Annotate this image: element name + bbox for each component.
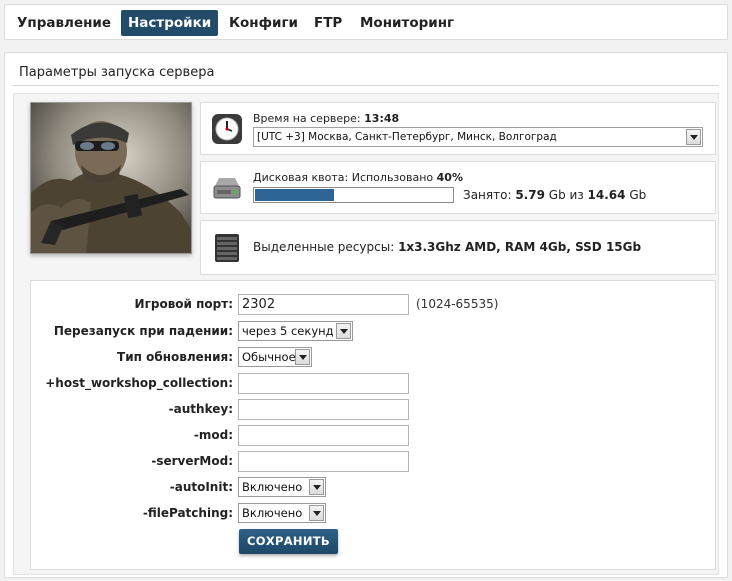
servermod-label: -serverMod: <box>151 454 233 468</box>
autoinit-value: Включено <box>242 480 303 494</box>
nav-tab-settings[interactable]: Настройки <box>121 10 219 36</box>
disk-of: из <box>569 188 584 202</box>
disk-used-prefix: Занято: <box>463 188 512 202</box>
save-button[interactable]: СОХРАНИТЬ <box>239 529 338 554</box>
disk-total-value: 14.64 <box>587 188 626 202</box>
game-avatar-image <box>30 102 192 254</box>
update-type-value: Обычное <box>242 350 296 364</box>
form-row-authkey: -authkey: <box>31 399 717 421</box>
disk-total-unit: Gb <box>629 188 647 202</box>
restart-value: через 5 секунд <box>242 324 334 338</box>
filepatching-label: -filePatching: <box>142 506 233 520</box>
disk-used-text: Занято: 5.79 Gb из 14.64 Gb <box>463 188 646 202</box>
filepatching-value: Включено <box>242 506 303 520</box>
disk-quota-box: Дисковая квота: Использовано 40% Занято:… <box>200 161 716 214</box>
timezone-value: [UTC +3] Москва, Санкт-Петербург, Минск,… <box>257 131 557 143</box>
filepatching-select[interactable]: Включено <box>238 503 326 523</box>
restart-label: Перезапуск при падении: <box>53 324 233 338</box>
autoinit-label: -autoInit: <box>169 480 233 494</box>
disk-quota-label: Дисковая квота: Использовано <box>253 171 434 184</box>
form-row-port: Игровой порт: 2302 (1024-65535) <box>31 294 717 316</box>
chevron-down-icon[interactable] <box>309 505 324 521</box>
nav-tab-monitoring[interactable]: Мониторинг <box>353 10 461 36</box>
disk-usage-progress <box>253 187 454 203</box>
resources-box: Выделенные ресурсы: 1x3.3Ghz AMD, RAM 4G… <box>200 220 716 275</box>
port-input[interactable]: 2302 <box>238 294 409 315</box>
port-label: Игровой порт: <box>134 297 233 311</box>
nav-tab-ftp[interactable]: FTP <box>307 10 349 36</box>
workshop-label: +host_workshop_collection: <box>45 376 233 390</box>
chevron-down-icon[interactable] <box>309 479 324 495</box>
server-rack-icon <box>211 232 243 264</box>
server-time-box: Время на сервере: 13:48 [UTC +3] Москва,… <box>200 102 716 155</box>
update-type-select[interactable]: Обычное <box>238 347 312 367</box>
panel-body: Время на сервере: 13:48 [UTC +3] Москва,… <box>13 93 719 575</box>
server-time-label: Время на сервере: <box>253 112 361 125</box>
hard-drive-icon <box>211 172 243 204</box>
mod-input[interactable] <box>238 425 409 446</box>
form-row-autoinit: -autoInit: Включено <box>31 477 717 499</box>
chevron-down-icon[interactable] <box>295 349 310 365</box>
form-row-restart: Перезапуск при падении: через 5 секунд <box>31 321 717 343</box>
panel-divider <box>13 85 719 86</box>
authkey-input[interactable] <box>238 399 409 420</box>
server-params-panel: Параметры запуска сервера Время на серве… <box>4 52 728 578</box>
timezone-select[interactable]: [UTC +3] Москва, Санкт-Петербург, Минск,… <box>253 127 703 147</box>
workshop-input[interactable] <box>238 373 409 394</box>
form-row-servermod: -serverMod: <box>31 451 717 473</box>
chevron-down-icon[interactable] <box>336 323 351 339</box>
form-row-mod: -mod: <box>31 425 717 447</box>
disk-quota-percent: 40% <box>436 171 463 184</box>
servermod-input[interactable] <box>238 451 409 472</box>
port-range-hint: (1024-65535) <box>416 297 499 311</box>
disk-usage-progress-fill <box>255 189 334 201</box>
clock-icon <box>211 113 243 145</box>
resources-value: 1x3.3Ghz AMD, RAM 4Gb, SSD 15Gb <box>398 240 642 254</box>
server-time-value: 13:48 <box>364 112 400 125</box>
top-nav: Управление Настройки Конфиги FTP Монитор… <box>4 4 728 40</box>
server-time-text: Время на сервере: 13:48 <box>253 112 399 125</box>
resources-label: Выделенные ресурсы: <box>253 240 395 254</box>
resources-text: Выделенные ресурсы: 1x3.3Ghz AMD, RAM 4G… <box>253 240 641 254</box>
disk-used-unit: Gb <box>548 188 566 202</box>
disk-used-value: 5.79 <box>515 188 545 202</box>
form-row-update: Тип обновления: Обычное <box>31 347 717 369</box>
form-row-filepatching: -filePatching: Включено <box>31 503 717 525</box>
nav-tab-configs[interactable]: Конфиги <box>222 10 305 36</box>
authkey-label: -authkey: <box>168 402 233 416</box>
launch-params-form: Игровой порт: 2302 (1024-65535) Перезапу… <box>30 280 716 570</box>
nav-tab-management[interactable]: Управление <box>10 10 118 36</box>
form-row-workshop: +host_workshop_collection: <box>31 373 717 395</box>
update-type-label: Тип обновления: <box>117 350 233 364</box>
autoinit-select[interactable]: Включено <box>238 477 326 497</box>
panel-title: Параметры запуска сервера <box>19 65 215 80</box>
disk-quota-text: Дисковая квота: Использовано 40% <box>253 171 463 184</box>
mod-label: -mod: <box>193 428 233 442</box>
chevron-down-icon[interactable] <box>686 129 701 145</box>
restart-select[interactable]: через 5 секунд <box>238 321 353 341</box>
